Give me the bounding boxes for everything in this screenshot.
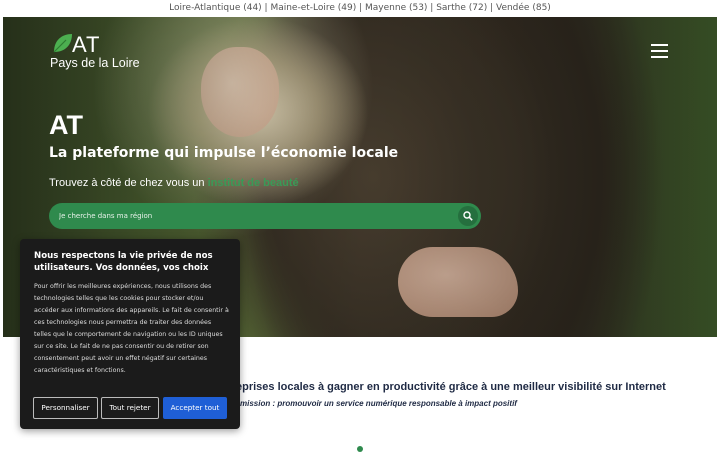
- logo-sub-text: Pays de la Loire: [50, 56, 140, 70]
- hamburger-menu-icon[interactable]: [651, 44, 671, 60]
- search-icon: [463, 211, 473, 221]
- customize-button[interactable]: Personnaliser: [33, 397, 98, 419]
- logo-main-text: AT: [72, 32, 101, 57]
- accept-all-button[interactable]: Accepter tout: [163, 397, 227, 419]
- region-links[interactable]: Loire-Atlantique (44) | Maine-et-Loire (…: [169, 3, 551, 13]
- reject-all-button[interactable]: Tout rejeter: [101, 397, 159, 419]
- section-title: eprises locales à gagner en productivité…: [236, 381, 666, 393]
- hero-find-line: Trouvez à côté de chez vous un institut …: [49, 177, 299, 189]
- leaf-icon: [53, 34, 72, 53]
- search-input[interactable]: [59, 206, 439, 226]
- hero-find-prefix: Trouvez à côté de chez vous un: [49, 177, 208, 189]
- hero-title: AT: [49, 110, 83, 140]
- cookie-title: Nous respectons la vie privée de nos uti…: [34, 251, 213, 273]
- site-logo[interactable]: AT Pays de la Loire: [50, 32, 160, 76]
- section-subtitle: mission : promouvoir un service numériqu…: [240, 399, 517, 408]
- top-region-bar: Loire-Atlantique (44) | Maine-et-Loire (…: [0, 0, 720, 17]
- carousel-dot[interactable]: [357, 446, 363, 452]
- cookie-consent-dialog: Nous respectons la vie privée de nos uti…: [20, 239, 240, 429]
- hero-subtitle: La plateforme qui impulse l’économie loc…: [49, 145, 399, 161]
- search-button[interactable]: [458, 206, 478, 226]
- cookie-body: Pour offrir les meilleures expériences, …: [34, 283, 229, 374]
- hero-find-highlight[interactable]: institut de beauté: [208, 177, 299, 189]
- search-bar: [49, 203, 481, 229]
